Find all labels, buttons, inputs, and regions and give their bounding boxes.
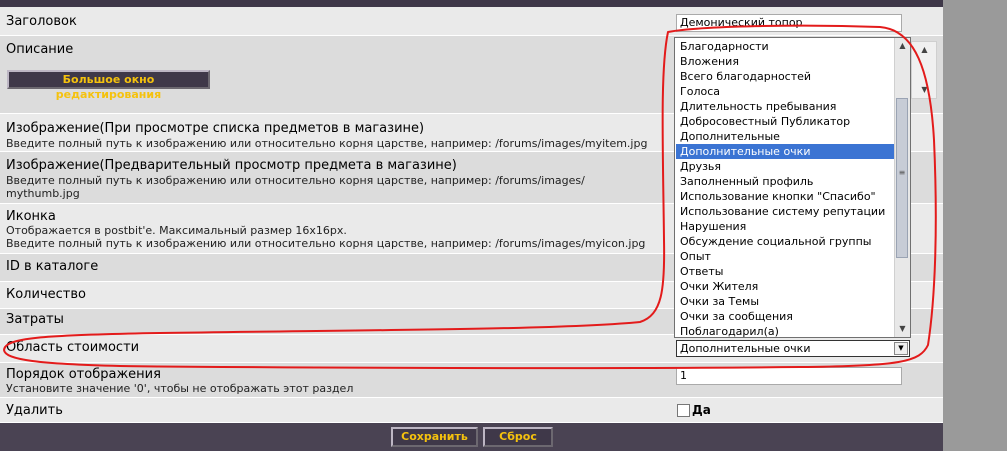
row-title: Заголовок Демонический топор (0, 7, 943, 36)
dropdown-option[interactable]: Дополнительные (676, 129, 894, 144)
image-preview-label: Изображение(Предварительный просмотр пре… (6, 158, 457, 173)
dropdown-option[interactable]: Очки Жителя (676, 279, 894, 294)
row-cost-area: Область стоимости Дополнительные очки ▼ (0, 335, 943, 363)
dropdown-option[interactable]: Вложения (676, 54, 894, 69)
big-editor-button[interactable]: Большое окно редактирования (7, 70, 210, 101)
cost-area-dropdown-list[interactable]: Благодарности Вложения Всего благодарносте… (674, 37, 911, 338)
cost-area-label: Область стоимости (6, 340, 140, 355)
grip-icon: ≡ (898, 168, 906, 177)
dropdown-option[interactable]: Очки за Темы (676, 294, 894, 309)
image-preview-desc-2: mythumb.jpg (6, 187, 80, 200)
scroll-up-arrow-icon[interactable]: ▲ (917, 42, 932, 58)
dropdown-option[interactable]: Использование кнопки "Спасибо" (676, 189, 894, 204)
dropdown-option[interactable]: Друзья (676, 159, 894, 174)
catalog-id-label: ID в каталоге (6, 259, 99, 274)
title-input[interactable]: Демонический топор (676, 14, 902, 32)
dropdown-option[interactable]: Обсуждение социальной группы (676, 234, 894, 249)
dropdown-option[interactable]: Ответы (676, 264, 894, 279)
image-preview-desc: Введите полный путь к изображению или от… (6, 174, 585, 187)
row-delete: Удалить Да (0, 398, 943, 423)
chevron-down-icon[interactable]: ▼ (894, 342, 908, 355)
delete-checkbox-label: Да (692, 403, 711, 417)
dropdown-option[interactable]: Нарушения (676, 219, 894, 234)
icon-desc: Отображается в postbit'е. Максимальный р… (6, 224, 347, 237)
dropdown-option[interactable]: Дополнительные очки (676, 144, 894, 159)
dropdown-option[interactable]: Добросовестный Публикатор (676, 114, 894, 129)
display-order-input[interactable]: 1 (676, 367, 902, 385)
cost-area-select[interactable]: Дополнительные очки ▼ (676, 340, 910, 357)
scrollbar-thumb[interactable]: ≡ (896, 98, 908, 258)
cost-area-selected-value: Дополнительные очки (680, 342, 811, 355)
dropdown-option[interactable]: Использование систему репутации (676, 204, 894, 219)
top-bar (0, 0, 943, 7)
image-list-label: Изображение(При просмотре списка предмет… (6, 121, 425, 136)
display-order-desc: Установите значение '0', чтобы не отобра… (6, 382, 354, 395)
dropdown-option[interactable]: Длительность пребывания (676, 99, 894, 114)
dropdown-scrollbar[interactable]: ▲ ≡ ▼ (894, 38, 910, 337)
scroll-up-arrow-icon[interactable]: ▲ (895, 38, 910, 54)
scroll-down-arrow-icon[interactable]: ▼ (917, 82, 932, 98)
delete-checkbox[interactable] (677, 404, 690, 417)
dropdown-option[interactable]: Благодарности (676, 39, 894, 54)
display-order-label: Порядок отображения (6, 367, 161, 382)
dropdown-option[interactable]: Всего благодарностей (676, 69, 894, 84)
icon-label: Иконка (6, 209, 56, 224)
dropdown-option[interactable]: Голоса (676, 84, 894, 99)
dropdown-option[interactable]: Поблагодарил(а) (676, 324, 894, 337)
dropdown-option[interactable]: Опыт (676, 249, 894, 264)
cost-label: Затраты (6, 312, 64, 327)
footer-bar: Сохранить Сброс (0, 423, 943, 451)
delete-label: Удалить (6, 403, 63, 418)
description-label: Описание (6, 42, 74, 57)
save-button[interactable]: Сохранить (391, 427, 478, 447)
dropdown-option[interactable]: Заполненный профиль (676, 174, 894, 189)
row-display-order: Порядок отображения Установите значение … (0, 363, 943, 398)
icon-desc-2: Введите полный путь к изображению или от… (6, 237, 646, 250)
title-label: Заголовок (6, 14, 77, 29)
quantity-label: Количество (6, 287, 86, 302)
description-scrollbar[interactable]: ▲ ▼ (911, 41, 937, 99)
scroll-down-arrow-icon[interactable]: ▼ (895, 321, 910, 337)
reset-button[interactable]: Сброс (483, 427, 553, 447)
dropdown-option[interactable]: Очки за сообщения (676, 309, 894, 324)
image-list-desc: Введите полный путь к изображению или от… (6, 137, 648, 150)
